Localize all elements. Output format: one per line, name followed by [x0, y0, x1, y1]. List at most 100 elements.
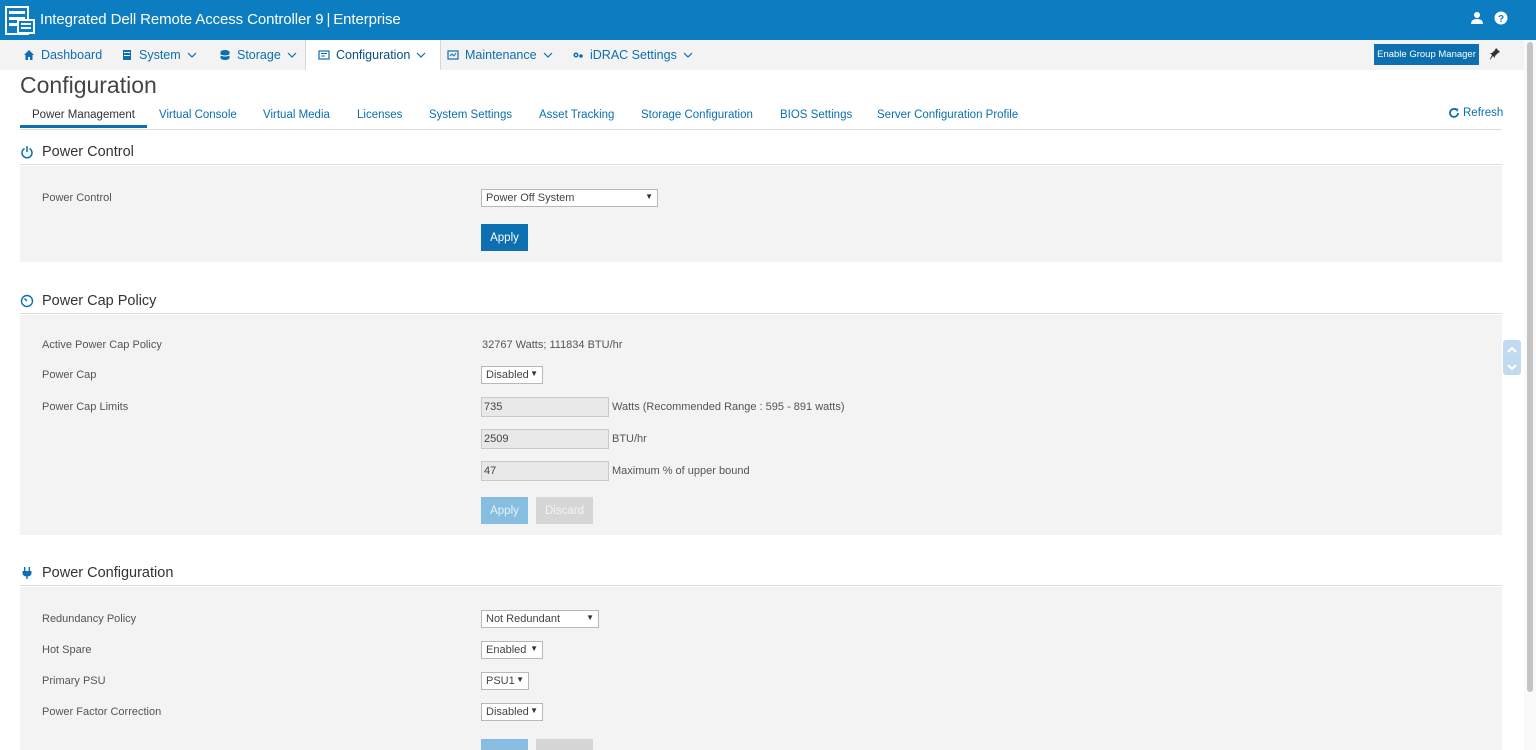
tab-bios-settings[interactable]: BIOS Settings [780, 109, 852, 121]
idrac-logo-icon [5, 6, 35, 35]
power-cap-policy-panel: Active Power Cap Policy 32767 Watts; 111… [20, 315, 1502, 535]
chevron-down-icon [683, 52, 693, 58]
power-configuration-heading: Power Configuration [42, 564, 174, 581]
server-icon [123, 50, 131, 60]
power-control-apply-button[interactable]: Apply [481, 224, 528, 251]
nav-storage-label: Storage [237, 48, 281, 62]
tab-asset-tracking[interactable]: Asset Tracking [539, 109, 614, 121]
power-cap-select[interactable]: Disabled ▼ [481, 366, 543, 384]
power-configuration-section-header: Power Configuration [20, 560, 1502, 586]
dropdown-arrow-icon: ▼ [586, 613, 594, 622]
redundancy-policy-select[interactable]: Not Redundant ▼ [481, 610, 599, 628]
hot-spare-selected: Enabled [486, 644, 527, 656]
svg-text:?: ? [1498, 14, 1504, 25]
power-factor-correction-select[interactable]: Disabled ▼ [481, 703, 543, 721]
power-factor-correction-selected: Disabled [486, 706, 529, 718]
chevron-down-icon [187, 52, 197, 58]
scrollbar-thumb[interactable] [1527, 42, 1533, 692]
tab-system-settings[interactable]: System Settings [429, 109, 512, 121]
nav-idrac-settings[interactable]: iDRAC Settings [572, 40, 693, 70]
app-title-separator: | [326, 11, 331, 28]
redundancy-policy-label: Redundancy Policy [42, 613, 137, 625]
power-cap-label: Power Cap [42, 369, 97, 381]
nav-maintenance[interactable]: Maintenance [447, 40, 553, 70]
nav-dashboard[interactable]: Dashboard [23, 40, 102, 70]
pin-icon[interactable] [1489, 47, 1501, 61]
dropdown-arrow-icon: ▼ [530, 369, 538, 378]
top-icons: ? [1470, 11, 1508, 25]
tab-virtual-media[interactable]: Virtual Media [263, 109, 330, 121]
app-edition: Enterprise [333, 11, 401, 28]
power-cap-btu-input[interactable] [481, 429, 609, 449]
dropdown-arrow-icon: ▼ [645, 192, 653, 201]
refresh-label: Refresh [1463, 107, 1504, 119]
power-control-label: Power Control [42, 192, 112, 204]
power-factor-correction-label: Power Factor Correction [42, 706, 162, 718]
gears-icon [573, 52, 583, 58]
user-icon[interactable] [1470, 11, 1484, 25]
power-cap-policy-heading: Power Cap Policy [42, 292, 157, 309]
app-title: Integrated Dell Remote Access Controller… [40, 11, 401, 28]
main-nav: Dashboard System Storage Configuration M… [0, 40, 1536, 70]
nav-system-label: System [139, 48, 181, 62]
power-cap-discard-button[interactable]: Discard [536, 497, 593, 524]
power-cap-btu-unit: BTU/hr [612, 433, 647, 445]
home-icon [24, 50, 34, 60]
nav-maintenance-label: Maintenance [465, 48, 537, 62]
refresh-button[interactable]: Refresh [1448, 107, 1503, 119]
configuration-icon [318, 50, 330, 60]
power-cap-percent-input[interactable] [481, 461, 609, 481]
hot-spare-select[interactable]: Enabled ▼ [481, 641, 543, 659]
hot-spare-label: Hot Spare [42, 644, 92, 656]
power-cap-watts-unit: Watts (Recommended Range : 595 - 891 wat… [612, 401, 845, 413]
dropdown-arrow-icon: ▼ [516, 675, 524, 684]
nav-system[interactable]: System [121, 40, 197, 70]
enable-group-manager-button[interactable]: Enable Group Manager [1374, 44, 1479, 65]
plug-icon [22, 566, 32, 579]
power-configuration-apply-button[interactable] [481, 739, 528, 750]
nav-idrac-settings-label: iDRAC Settings [590, 48, 677, 62]
power-configuration-discard-button[interactable] [536, 739, 593, 750]
nav-configuration-label: Configuration [336, 48, 411, 62]
dropdown-arrow-icon: ▼ [530, 706, 538, 715]
chevron-down-icon [543, 52, 553, 58]
refresh-icon [1449, 108, 1459, 118]
redundancy-policy-selected: Not Redundant [486, 613, 560, 625]
top-header: Integrated Dell Remote Access Controller… [0, 0, 1536, 40]
page-scrollbar[interactable] [1524, 40, 1536, 750]
chevron-down-icon [416, 52, 426, 58]
nav-storage[interactable]: Storage [219, 40, 297, 70]
tab-storage-configuration[interactable]: Storage Configuration [641, 109, 753, 121]
tab-licenses[interactable]: Licenses [357, 109, 402, 121]
help-icon[interactable]: ? [1494, 11, 1508, 25]
page-title: Configuration [20, 72, 157, 98]
tab-power-management[interactable]: Power Management [20, 109, 147, 128]
power-cap-apply-button[interactable]: Apply [481, 497, 528, 524]
tab-virtual-console[interactable]: Virtual Console [159, 109, 237, 121]
power-control-select[interactable]: Power Off System ▼ [481, 189, 658, 207]
tab-server-configuration-profile[interactable]: Server Configuration Profile [877, 109, 1018, 121]
power-control-selected: Power Off System [486, 192, 575, 204]
active-power-cap-label: Active Power Cap Policy [42, 339, 162, 351]
primary-psu-select[interactable]: PSU1 ▼ [481, 672, 529, 690]
power-cap-percent-unit: Maximum % of upper bound [612, 465, 750, 477]
power-cap-selected: Disabled [486, 369, 529, 381]
gauge-icon [20, 294, 34, 307]
power-cap-policy-section-header: Power Cap Policy [20, 288, 1502, 314]
nav-configuration[interactable]: Configuration [305, 40, 442, 70]
power-cap-watts-input[interactable] [481, 397, 609, 417]
chevron-down-icon[interactable] [1506, 360, 1518, 372]
primary-psu-label: Primary PSU [42, 675, 106, 687]
nav-dashboard-label: Dashboard [41, 48, 103, 62]
power-control-panel: Power Control Power Off System ▼ Apply [20, 166, 1502, 262]
power-control-heading: Power Control [42, 143, 134, 160]
primary-psu-selected: PSU1 [486, 675, 515, 687]
dropdown-arrow-icon: ▼ [530, 644, 538, 653]
storage-icon [220, 50, 230, 60]
power-control-section-header: Power Control [20, 139, 1502, 165]
scroll-navigator[interactable] [1503, 340, 1521, 375]
power-icon [21, 145, 33, 159]
power-cap-limits-label: Power Cap Limits [42, 401, 129, 413]
chevron-up-icon[interactable] [1506, 343, 1518, 355]
app-title-text: Integrated Dell Remote Access Controller… [40, 11, 324, 28]
